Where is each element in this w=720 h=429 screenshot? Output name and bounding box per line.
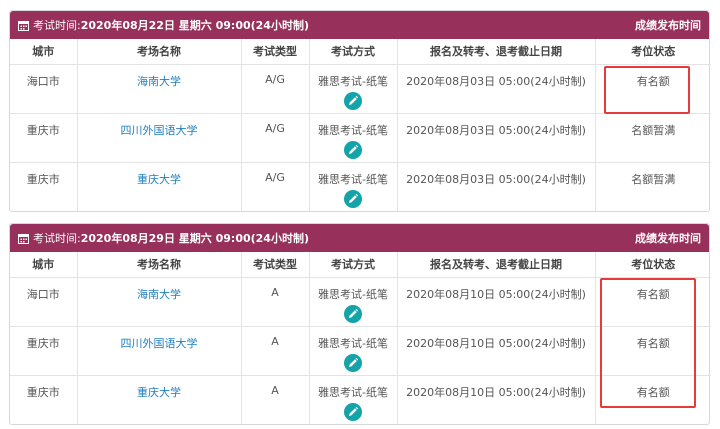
pencil-icon[interactable] xyxy=(344,140,362,159)
exam-type-cell: A/G xyxy=(241,162,310,211)
exam-mode-cell: 雅思考试-纸笔 xyxy=(309,326,398,376)
exam-type-cell: A xyxy=(241,375,310,424)
table-row: 重庆市 重庆大学 A/G 雅思考试-纸笔 2020年08月03日 05:00(2… xyxy=(10,162,711,211)
status-cell: 名额暂满 xyxy=(631,172,676,186)
calendar-icon xyxy=(18,20,29,31)
deadline-cell: 2020年08月03日 05:00(24小时制) xyxy=(397,113,596,163)
city-cell: 重庆市 xyxy=(10,326,78,376)
col-header-type: 考试类型 xyxy=(241,39,310,65)
col-header-city: 城市 xyxy=(10,39,78,65)
col-header-status: 考位状态 xyxy=(595,39,711,65)
deadline-cell: 2020年08月03日 05:00(24小时制) xyxy=(397,162,596,211)
venue-link[interactable]: 重庆大学 xyxy=(77,375,242,424)
city-cell: 重庆市 xyxy=(10,162,78,211)
venue-link[interactable]: 海南大学 xyxy=(77,64,242,114)
exam-date: 2020年08月22日 星期六 09:00(24小时制) xyxy=(80,19,309,32)
status-cell: 名额暂满 xyxy=(595,113,711,163)
highlight-box xyxy=(604,66,690,114)
calendar-icon xyxy=(18,233,29,244)
exam-type-cell: A xyxy=(241,326,310,376)
exam-mode-text: 雅思考试-纸笔 xyxy=(318,385,388,399)
exam-time-label: 考试时间: xyxy=(33,232,81,245)
deadline-cell: 2020年08月10日 05:00(24小时制) xyxy=(397,277,596,327)
deadline-cell: 2020年08月03日 05:00(24小时制) xyxy=(397,64,596,114)
exam-type-cell: A xyxy=(241,277,310,327)
highlight-box xyxy=(600,278,696,408)
exam-mode-cell: 雅思考试-纸笔 xyxy=(309,113,398,163)
venue-link[interactable]: 四川外国语大学 xyxy=(77,113,242,163)
exam-session-header: 考试时间: 2020年08月29日 星期六 09:00(24小时制) 成绩发布时… xyxy=(10,224,709,252)
city-cell: 重庆市 xyxy=(10,113,78,163)
venue-link[interactable]: 重庆大学 xyxy=(77,162,242,211)
col-header-deadline: 报名及转考、退考截止日期 xyxy=(397,39,596,65)
table-header-row: 城市 考场名称 考试类型 考试方式 报名及转考、退考截止日期 考位状态 xyxy=(10,252,711,278)
exam-date: 2020年08月29日 星期六 09:00(24小时制) xyxy=(80,232,309,245)
deadline-cell: 2020年08月10日 05:00(24小时制) xyxy=(397,326,596,376)
deadline-cell: 2020年08月10日 05:00(24小时制) xyxy=(397,375,596,424)
col-header-mode: 考试方式 xyxy=(309,252,398,278)
exam-time-label: 考试时间: xyxy=(33,19,81,32)
col-header-city: 城市 xyxy=(10,252,78,278)
city-cell: 海口市 xyxy=(10,64,78,114)
pencil-icon[interactable] xyxy=(344,91,362,110)
result-release-link[interactable]: 成绩发布时间 xyxy=(635,17,701,33)
result-release-link[interactable]: 成绩发布时间 xyxy=(635,230,701,246)
exam-mode-text: 雅思考试-纸笔 xyxy=(318,336,388,350)
exam-mode-text: 雅思考试-纸笔 xyxy=(318,287,388,301)
exam-mode-text: 雅思考试-纸笔 xyxy=(318,172,388,186)
exam-mode-cell: 雅思考试-纸笔 xyxy=(309,277,398,327)
table-header-row: 城市 考场名称 考试类型 考试方式 报名及转考、退考截止日期 考位状态 xyxy=(10,39,711,65)
col-header-venue: 考场名称 xyxy=(77,252,242,278)
pencil-icon[interactable] xyxy=(344,304,362,323)
city-cell: 海口市 xyxy=(10,277,78,327)
exam-venue-table: 城市 考场名称 考试类型 考试方式 报名及转考、退考截止日期 考位状态 海口市 … xyxy=(10,39,711,211)
exam-mode-text: 雅思考试-纸笔 xyxy=(318,123,388,137)
pencil-icon[interactable] xyxy=(344,353,362,372)
exam-session-header: 考试时间: 2020年08月22日 星期六 09:00(24小时制) 成绩发布时… xyxy=(10,11,709,39)
table-row: 重庆市 四川外国语大学 A/G 雅思考试-纸笔 2020年08月03日 05:0… xyxy=(10,113,711,163)
exam-mode-text: 雅思考试-纸笔 xyxy=(318,74,388,88)
col-header-deadline: 报名及转考、退考截止日期 xyxy=(397,252,596,278)
col-header-type: 考试类型 xyxy=(241,252,310,278)
exam-mode-cell: 雅思考试-纸笔 xyxy=(309,64,398,114)
col-header-mode: 考试方式 xyxy=(309,39,398,65)
exam-type-cell: A/G xyxy=(241,113,310,163)
venue-link[interactable]: 四川外国语大学 xyxy=(77,326,242,376)
city-cell: 重庆市 xyxy=(10,375,78,424)
venue-link[interactable]: 海南大学 xyxy=(77,277,242,327)
exam-type-cell: A/G xyxy=(241,64,310,114)
pencil-icon[interactable] xyxy=(344,402,362,421)
exam-mode-cell: 雅思考试-纸笔 xyxy=(309,162,398,211)
exam-mode-cell: 雅思考试-纸笔 xyxy=(309,375,398,424)
col-header-venue: 考场名称 xyxy=(77,39,242,65)
col-header-status: 考位状态 xyxy=(595,252,711,278)
pencil-icon[interactable] xyxy=(344,189,362,208)
